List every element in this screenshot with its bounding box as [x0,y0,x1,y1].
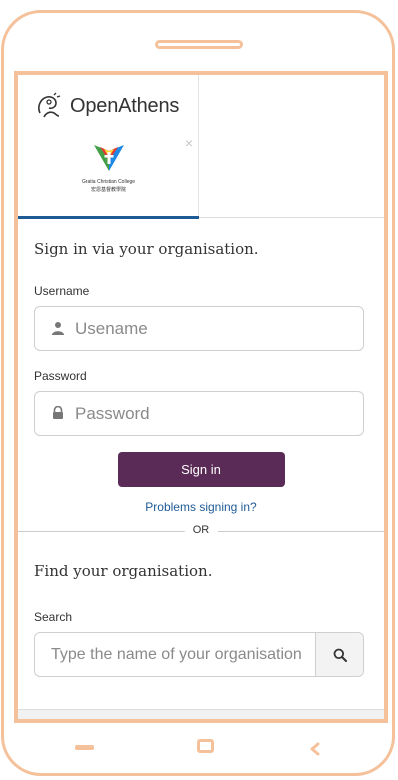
college-crest-icon [93,145,124,171]
phone-speaker [155,40,243,49]
username-label: Username [34,284,90,298]
lock-icon [53,406,63,419]
password-label: Password [34,369,87,383]
brand-header: OpenAthens Gratia Christian College 宏恩基督… [18,75,384,219]
username-field [34,306,364,351]
nav-back-button[interactable] [75,745,94,750]
sign-in-button[interactable]: Sign in [117,452,285,487]
password-field [34,391,364,436]
problems-signing-in-link[interactable]: Problems signing in? [34,500,368,514]
search-label: Search [34,610,73,624]
signin-form: Sign in via your organisation. Username … [18,218,384,677]
nav-home-button[interactable] [197,739,214,753]
or-text: OR [184,524,218,536]
username-input[interactable] [75,307,355,350]
search-input[interactable] [51,633,313,676]
find-organisation-title: Find your organisation. [34,562,213,580]
search-icon [333,648,347,662]
organisation-tab[interactable]: Gratia Christian College 宏恩基督教學院 × [18,133,199,219]
search-field [34,632,364,677]
nav-back-chevron-icon[interactable] [308,742,322,756]
close-icon[interactable]: × [185,135,193,151]
password-input[interactable] [75,392,355,435]
search-button[interactable] [315,633,363,676]
user-icon [52,322,64,335]
organisation-caption-cn: 宏恩基督教學院 [90,186,126,193]
screen-bottom-bar [18,709,384,719]
signin-title: Sign in via your organisation. [34,240,259,258]
organisation-caption: Gratia Christian College [81,179,136,185]
or-divider: OR [18,520,384,544]
openathens-logo: OpenAthens [34,91,179,121]
screen: OpenAthens Gratia Christian College 宏恩基督… [14,71,388,723]
openathens-owl-icon [38,92,61,118]
active-tab-indicator [18,216,199,219]
brand-name: OpenAthens [70,94,180,117]
organisation-logo: Gratia Christian College 宏恩基督教學院 [64,143,154,193]
